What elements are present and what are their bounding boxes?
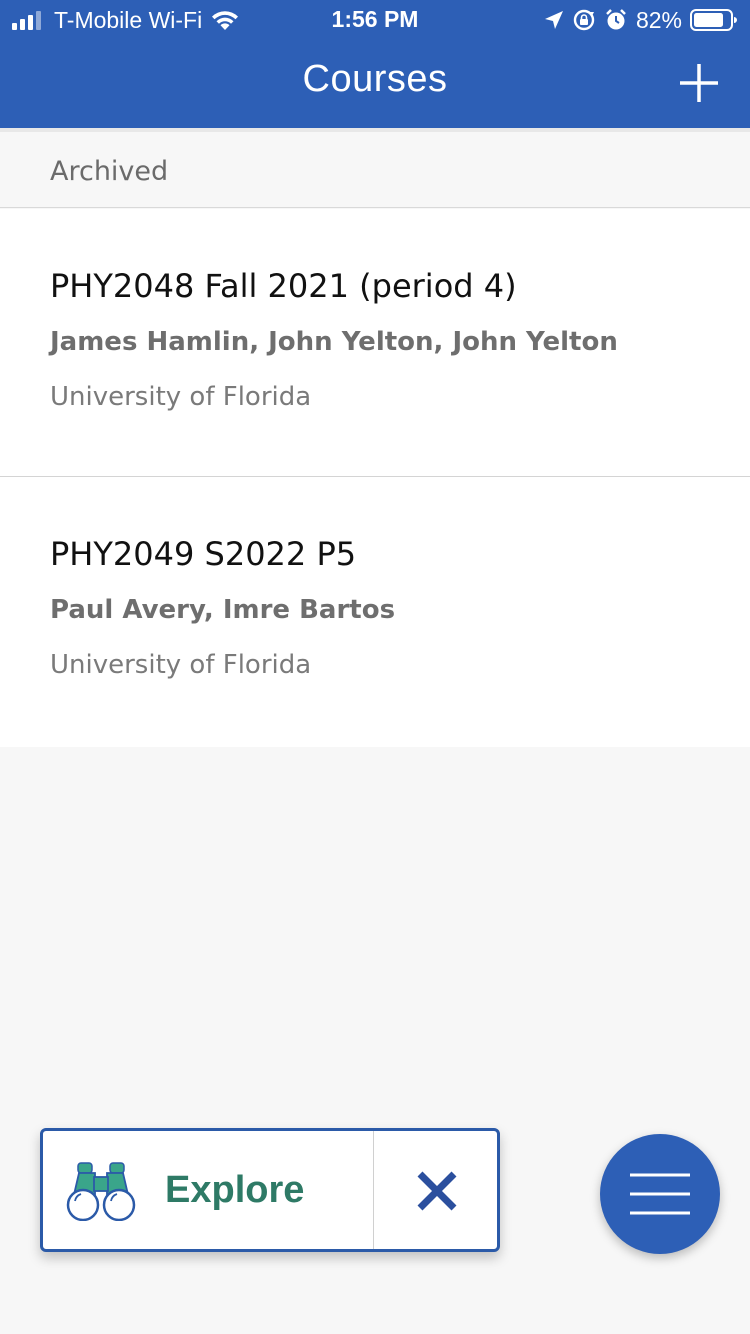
explore-button[interactable]: Explore (43, 1131, 373, 1249)
course-title: PHY2049 S2022 P5 (50, 535, 357, 573)
hamburger-menu-icon (630, 1173, 690, 1215)
course-instructors: James Hamlin, John Yelton, John Yelton (50, 327, 618, 357)
dismiss-explore-button[interactable] (374, 1131, 497, 1249)
course-school: University of Florida (50, 382, 312, 412)
courses-screen: T-Mobile Wi-Fi 1:56 PM 82% Courses Archi… (0, 0, 750, 1334)
menu-button[interactable] (600, 1134, 720, 1254)
status-bar: T-Mobile Wi-Fi 1:56 PM 82% (0, 0, 750, 40)
app-header: T-Mobile Wi-Fi 1:56 PM 82% Courses (0, 0, 750, 128)
explore-label: Explore (165, 1169, 305, 1211)
section-header-archived: Archived (0, 128, 750, 208)
alarm-icon (606, 9, 626, 30)
plus-icon (680, 64, 718, 102)
close-icon (417, 1171, 457, 1211)
section-label: Archived (50, 156, 169, 187)
add-course-button[interactable] (678, 62, 720, 104)
explore-banner: Explore (40, 1128, 500, 1252)
binoculars-icon (66, 1162, 136, 1221)
battery-percent: 82% (635, 6, 682, 33)
course-item[interactable]: PHY2049 S2022 P5 Paul Avery, Imre Bartos… (0, 477, 750, 747)
location-arrow-icon (544, 11, 563, 29)
course-school: University of Florida (50, 650, 312, 680)
course-title: PHY2048 Fall 2021 (period 4) (50, 267, 517, 305)
course-instructors: Paul Avery, Imre Bartos (50, 595, 396, 625)
battery-icon (690, 9, 737, 31)
course-item[interactable]: PHY2048 Fall 2021 (period 4) James Hamli… (0, 209, 750, 477)
course-list: PHY2048 Fall 2021 (period 4) James Hamli… (0, 209, 750, 747)
rotation-lock-icon (573, 9, 595, 31)
page-title: Courses (302, 58, 448, 100)
status-right: 82% (544, 6, 738, 34)
